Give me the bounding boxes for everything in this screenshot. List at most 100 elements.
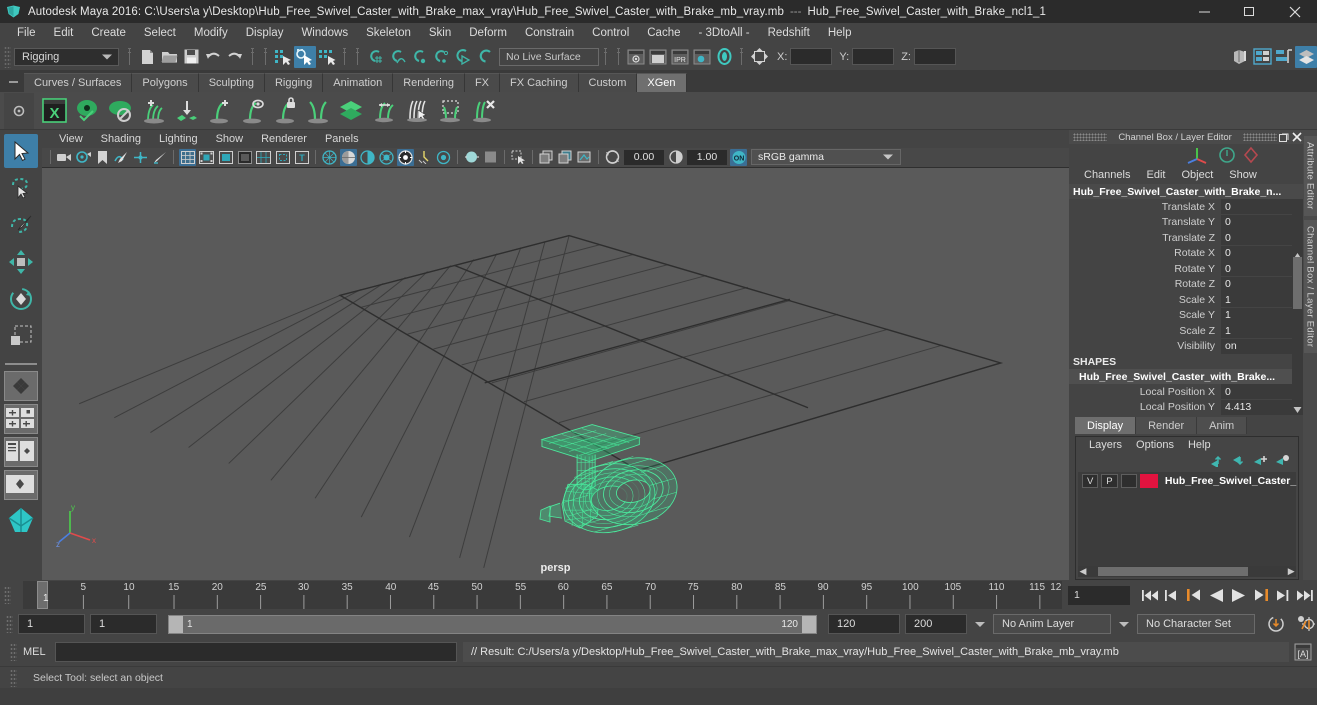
xgen-delete-icon[interactable] [467,94,500,127]
undo-icon[interactable] [202,46,224,68]
menu-redshift[interactable]: Redshift [759,26,819,40]
hypershade-icon[interactable] [713,46,735,68]
menu-select[interactable]: Select [135,26,185,40]
script-editor-icon[interactable]: [A] [1292,641,1314,663]
viewport-menu-view[interactable]: View [50,133,92,145]
help-line-grip[interactable] [10,668,17,687]
exposure-icon[interactable] [604,149,621,166]
cb-menu-show[interactable]: Show [1222,169,1264,181]
xgen-editor-icon[interactable]: X [38,94,71,127]
two-d-pan-zoom-icon[interactable] [132,149,149,166]
xray-joints-icon[interactable] [557,149,574,166]
select-hierarchy-icon[interactable] [272,46,294,68]
menu-control[interactable]: Control [583,26,638,40]
select-tool[interactable] [4,134,38,168]
channel-row-visibility[interactable]: Visibility on [1069,338,1304,355]
attr-value[interactable]: 0 [1221,245,1304,261]
attr-value[interactable]: 0 [1221,276,1304,292]
layer-tab-anim[interactable]: Anim [1197,417,1248,434]
xgen-layers-icon[interactable] [335,94,368,127]
layer-tab-display[interactable]: Display [1075,417,1137,434]
shelf-options-button[interactable] [4,92,34,129]
select-object-icon[interactable] [294,45,316,68]
open-scene-icon[interactable] [158,46,180,68]
shelf-menu-handle[interactable] [6,72,20,92]
menu-3dtoall[interactable]: - 3DtoAll - [690,26,759,40]
range-slider-grip[interactable] [6,615,13,633]
smooth-shade-all-icon[interactable] [340,148,357,166]
channel-box-scrollbar[interactable] [1292,199,1304,415]
shelf-tab-curves-surfaces[interactable]: Curves / Surfaces [24,73,133,92]
camera-attributes-icon[interactable] [75,149,92,166]
maximize-button[interactable] [1227,0,1272,23]
cb-menu-channels[interactable]: Channels [1077,169,1137,181]
xgen-lock-guide-icon[interactable] [269,94,302,127]
layer-menu-layers[interactable]: Layers [1082,439,1129,451]
channel-row-translate-y[interactable]: Translate Y 0 [1069,214,1304,231]
step-forward-key-icon[interactable] [1272,585,1292,605]
xgen-groom-brush-icon[interactable] [401,94,434,127]
xgen-length-icon[interactable] [368,94,401,127]
save-scene-icon[interactable] [180,46,202,68]
viewport-menu-renderer[interactable]: Renderer [252,133,316,145]
wireframe-icon[interactable] [321,149,338,166]
viewport-menu-shading[interactable]: Shading [92,133,150,145]
move-layer-down-icon[interactable] [1231,454,1246,472]
xgen-import-icon[interactable] [170,94,203,127]
channel-row-translate-x[interactable]: Translate X 0 [1069,199,1304,215]
menu-skin[interactable]: Skin [420,26,460,40]
channel-row-rotate-x[interactable]: Rotate X 0 [1069,245,1304,262]
safe-title-icon[interactable]: T [293,149,310,166]
viewport-menu-show[interactable]: Show [207,133,253,145]
shade-wireframe-icon[interactable] [359,149,376,166]
auto-keyframe-icon[interactable] [1264,615,1288,633]
menu-file[interactable]: File [8,26,45,40]
hypershade-persp-layout-icon[interactable] [4,503,38,537]
range-slider-left-handle[interactable] [169,615,183,633]
undock-icon[interactable] [1277,131,1290,143]
four-view-layout-icon[interactable] [4,404,38,434]
step-forward-frame-icon[interactable] [1250,585,1270,605]
xray-active-components-icon[interactable] [576,149,593,166]
go-to-start-icon[interactable] [1140,585,1160,605]
layer-menu-options[interactable]: Options [1129,439,1181,451]
current-frame-field[interactable]: 1 [1068,585,1130,605]
command-language-label[interactable]: MEL [17,646,55,658]
menu-edit[interactable]: Edit [45,26,83,40]
snap-view-plane-icon[interactable] [452,46,474,68]
shelf-tab-xgen[interactable]: XGen [637,73,687,92]
layer-state-toggle[interactable] [1120,474,1137,488]
snap-projected-icon[interactable] [430,46,452,68]
shelf-tab-fx-caching[interactable]: FX Caching [500,73,579,92]
layer-menu-help[interactable]: Help [1181,439,1218,451]
move-tool[interactable] [4,245,38,279]
range-slider[interactable]: 1 120 [168,614,817,634]
select-component-icon[interactable] [316,46,338,68]
channel-box-shape-name[interactable]: Hub_Free_Swivel_Caster_with_Brake... [1069,369,1304,384]
live-surface-field[interactable]: No Live Surface [499,47,599,66]
snap-curve-icon[interactable] [386,46,408,68]
shelf-tab-rigging[interactable]: Rigging [264,73,324,92]
attr-value[interactable]: on [1221,338,1304,354]
render-view-icon[interactable] [625,46,647,68]
shelf-tab-fx[interactable]: FX [464,73,501,92]
side-tab-channel-box[interactable]: Channel Box / Layer Editor [1303,219,1317,353]
textured-icon[interactable] [378,149,395,166]
film-gate-icon[interactable] [198,149,215,166]
menu-display[interactable]: Display [237,26,293,40]
layer-list[interactable]: V P Hub_Free_Swivel_Caster_ [1078,472,1297,566]
new-layer-from-selected-icon[interactable] [1275,454,1290,472]
menu-modify[interactable]: Modify [185,26,237,40]
xgen-preview-icon[interactable] [71,94,104,127]
channel-row-rotate-z[interactable]: Rotate Z 0 [1069,276,1304,293]
channel-row-local-position-y[interactable]: Local Position Y 4.413 [1069,399,1304,416]
shelf-tab-rendering[interactable]: Rendering [393,73,465,92]
snap-point-icon[interactable] [408,46,430,68]
animation-start-field[interactable]: 1 [18,614,85,634]
grid-icon[interactable] [179,148,196,166]
move-layer-up-icon[interactable] [1209,454,1224,472]
layer-name-label[interactable]: Hub_Free_Swivel_Caster_ [1165,475,1296,487]
channel-row-local-position-x[interactable]: Local Position X 0 [1069,384,1304,400]
menu-help[interactable]: Help [819,26,861,40]
play-forwards-icon[interactable] [1228,585,1248,605]
